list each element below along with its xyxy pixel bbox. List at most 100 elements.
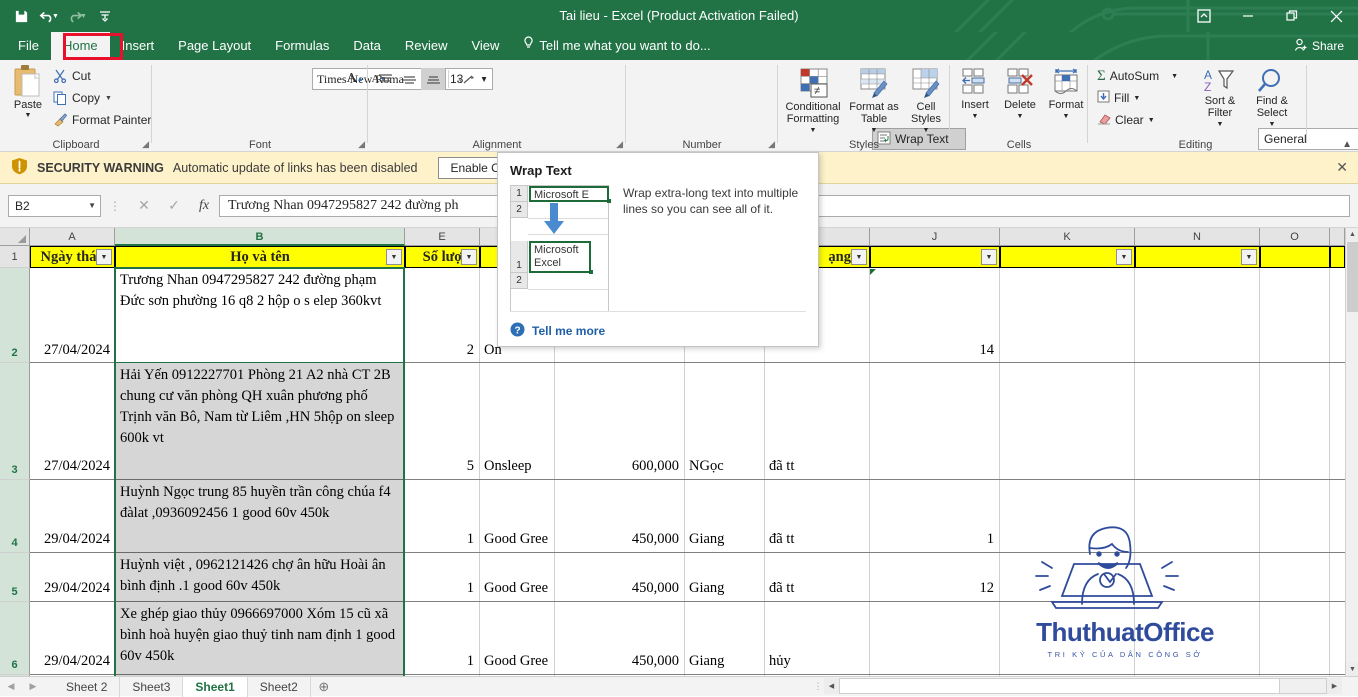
column-header-E[interactable]: E [405, 228, 480, 246]
name-box-caret-icon[interactable]: ▼ [88, 201, 96, 210]
undo-icon[interactable]: ▼ [36, 4, 62, 28]
cell-B3[interactable]: Hải Yến 0912227701 Phòng 21 A2 nhà CT 2B… [117, 364, 402, 479]
cell-H5[interactable]: Giang [686, 554, 762, 601]
cell-I3[interactable]: đã tt [766, 364, 867, 479]
format-painter-button[interactable]: Format Painter [50, 110, 154, 130]
redo-icon[interactable]: ▼ [64, 4, 90, 28]
tab-home[interactable]: Home [50, 32, 110, 60]
row-header-2[interactable]: 2 [0, 268, 30, 363]
tab-review[interactable]: Review [393, 32, 460, 60]
cell-H3[interactable]: NGọc [686, 364, 762, 479]
grow-font-button[interactable]: A ▲ [344, 68, 366, 90]
align-middle-button[interactable] [397, 68, 421, 90]
tell-me-box[interactable]: Tell me what you want to do... [511, 32, 722, 60]
cell-styles-button[interactable]: Cell Styles ▼ [904, 64, 948, 137]
cell-F6[interactable]: Good Gree [481, 603, 552, 674]
cell-A6[interactable]: 29/04/2024 [31, 603, 113, 674]
cell-J4[interactable]: 1 [871, 481, 997, 552]
collapse-ribbon-icon[interactable]: ▲ [1342, 139, 1352, 150]
filter-button-I[interactable]: ▼ [851, 249, 867, 265]
filter-button-N[interactable]: ▼ [1241, 249, 1257, 265]
sheet-nav-prev-icon[interactable]: ◀ [0, 677, 22, 697]
cell-K1[interactable] [1000, 246, 1135, 268]
fill-button[interactable]: Fill ▼ [1094, 88, 1143, 108]
cell-I6[interactable]: hủy [766, 603, 867, 674]
column-header-A[interactable]: A [30, 228, 115, 246]
conditional-formatting-button[interactable]: ≠ Conditional Formatting ▼ [782, 64, 844, 137]
scrollbar-split-grip[interactable]: ⋮ [812, 678, 824, 694]
column-header-K[interactable]: K [1000, 228, 1135, 246]
select-all-corner[interactable] [0, 228, 30, 246]
column-header-J[interactable]: J [870, 228, 1000, 246]
insert-cells-button[interactable]: Insert ▼ [954, 64, 996, 123]
close-security-warning-icon[interactable]: ✕ [1336, 159, 1348, 176]
cell-B6[interactable]: Xe ghép giao thủy 0966697000 Xóm 15 cũ x… [117, 603, 402, 674]
fill-caret-icon[interactable]: ▼ [1133, 95, 1140, 102]
save-icon[interactable] [8, 4, 34, 28]
tell-me-more-link[interactable]: ? Tell me more [510, 322, 605, 340]
scroll-up-icon[interactable]: ▲ [1346, 228, 1358, 241]
cell-P1[interactable] [1330, 246, 1345, 268]
cell-E3[interactable]: 5 [406, 364, 477, 479]
cell-F3[interactable]: Onsleep [481, 364, 552, 479]
copy-button[interactable]: Copy ▼ [50, 88, 115, 108]
format-as-table-button[interactable]: Format as Table ▼ [846, 64, 902, 137]
cell-F5[interactable]: Good Gree [481, 554, 552, 601]
cell-B4[interactable]: Huỳnh Ngọc trung 85 huyền trần công chúa… [117, 481, 402, 552]
tab-formulas[interactable]: Formulas [263, 32, 341, 60]
cell-G6[interactable]: 450,000 [556, 603, 682, 674]
cell-B2[interactable]: Trương Nhan 0947295827 242 đường phạm Đứ… [117, 269, 402, 362]
row-header-1[interactable]: 1 [0, 246, 30, 268]
cell-H4[interactable]: Giang [686, 481, 762, 552]
cell-A2[interactable]: 27/04/2024 [31, 269, 113, 362]
cell-E4[interactable]: 1 [406, 481, 477, 552]
cell-G4[interactable]: 450,000 [556, 481, 682, 552]
cut-button[interactable]: Cut [50, 66, 94, 86]
column-header-partial[interactable] [1330, 228, 1345, 246]
cell-A3[interactable]: 27/04/2024 [31, 364, 113, 479]
vertical-scrollbar[interactable]: ▲ ▼ [1345, 228, 1358, 676]
cell-A4[interactable]: 29/04/2024 [31, 481, 113, 552]
tab-page-layout[interactable]: Page Layout [166, 32, 263, 60]
horizontal-scrollbar-thumb[interactable] [840, 679, 1280, 693]
clear-caret-icon[interactable]: ▼ [1148, 117, 1155, 124]
cell-I4[interactable]: đã tt [766, 481, 867, 552]
sort-filter-button[interactable]: AZ Sort & Filter ▼ [1194, 64, 1246, 131]
column-header-O[interactable]: O [1260, 228, 1330, 246]
sheet-tab-sheet3[interactable]: Sheet3 [120, 676, 184, 697]
scroll-left-icon[interactable]: ◀ [824, 678, 839, 694]
restore-icon[interactable] [1270, 0, 1314, 32]
enter-formula-icon[interactable]: ✓ [159, 195, 189, 217]
minimize-icon[interactable] [1226, 0, 1270, 32]
clipboard-dialog-launcher[interactable]: ◢ [142, 139, 149, 150]
tab-file[interactable]: File [6, 32, 51, 60]
cell-J2[interactable]: 14 [871, 269, 997, 362]
clear-button[interactable]: Clear ▼ [1094, 110, 1158, 130]
cell-G3[interactable]: 600,000 [556, 364, 682, 479]
ribbon-display-options-icon[interactable] [1182, 0, 1226, 32]
customize-qat-icon[interactable] [92, 4, 118, 28]
find-select-button[interactable]: Find & Select ▼ [1246, 64, 1298, 131]
row-header-6[interactable]: 6 [0, 602, 30, 675]
scroll-down-icon[interactable]: ▼ [1346, 663, 1358, 676]
orientation-caret-icon[interactable]: ▼ [478, 68, 490, 90]
font-dialog-launcher[interactable]: ◢ [358, 139, 365, 150]
insert-function-icon[interactable]: fx [189, 195, 219, 217]
horizontal-scrollbar[interactable]: ⋮ ◀ ▶ [812, 678, 1342, 694]
delete-cells-button[interactable]: Delete ▼ [998, 64, 1042, 123]
tab-view[interactable]: View [459, 32, 511, 60]
cell-O1[interactable] [1260, 246, 1330, 268]
add-sheet-icon[interactable]: ⊕ [311, 677, 337, 697]
close-icon[interactable] [1314, 0, 1358, 32]
filter-button-B[interactable]: ▼ [386, 249, 402, 265]
sheet-tab-sheet2[interactable]: Sheet2 [248, 676, 311, 697]
paste-button[interactable]: Paste ▼ [6, 64, 50, 136]
cell-F4[interactable]: Good Gree [481, 481, 552, 552]
sheet-nav-next-icon[interactable]: ▶ [22, 677, 44, 697]
cell-I5[interactable]: đã tt [766, 554, 867, 601]
cell-B5[interactable]: Huỳnh việt , 0962121426 chợ ân hữu Hoài … [117, 554, 402, 601]
filter-button-E[interactable]: ▼ [461, 249, 477, 265]
number-dialog-launcher[interactable]: ◢ [768, 139, 775, 150]
vertical-scrollbar-thumb[interactable] [1347, 242, 1358, 312]
name-box[interactable]: B2 ▼ [8, 194, 101, 217]
